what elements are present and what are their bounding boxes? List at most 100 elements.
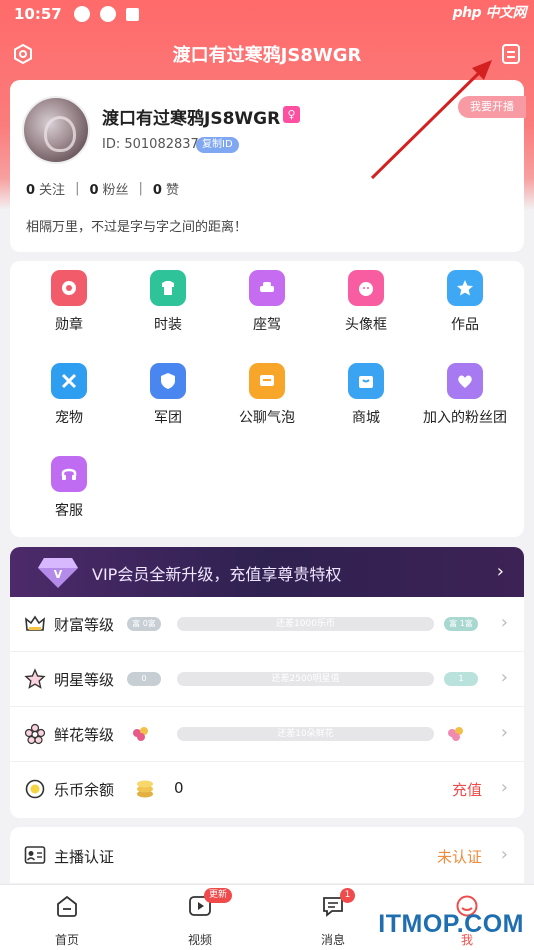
feature-label: 军团 — [154, 410, 182, 426]
feature-fashion[interactable]: 时装 — [118, 270, 218, 334]
image-notification-icon — [125, 7, 139, 21]
flower-icon — [24, 723, 46, 745]
wealth-level-row[interactable]: 财富等级 富 0富 还差1000乐币 富 1富 › — [10, 597, 524, 652]
level-title: 财富等级 — [54, 616, 115, 634]
fan-club-icon — [447, 363, 483, 399]
settings-hexagon-icon[interactable] — [12, 43, 34, 65]
status-time: 10:57 — [14, 5, 62, 23]
level-title: 明星等级 — [54, 671, 115, 689]
feature-medal[interactable]: 勋章 — [19, 270, 119, 334]
feature-legion[interactable]: 军团 — [118, 363, 218, 427]
start-live-button[interactable]: 我要开播 — [458, 96, 526, 118]
current-level-badge: 富 0富 — [127, 617, 161, 631]
tab-label: 首页 — [54, 933, 79, 947]
tab-messages[interactable]: 1 消息 — [293, 888, 373, 948]
feature-customer-service[interactable]: 客服 — [19, 456, 119, 520]
flower-level-badge-icon — [448, 727, 463, 741]
username: 渡口有过寒鸦JS8WGR — [102, 109, 281, 129]
chevron-right-icon: › — [500, 722, 508, 743]
likes-stat[interactable]: 0赞 — [153, 179, 179, 198]
star-icon — [447, 270, 483, 306]
top-bar: 渡口有过寒鸦JS8WGR — [0, 34, 534, 74]
level-progress-bar: 还差1000乐币 — [177, 617, 434, 631]
bubble-icon — [249, 363, 285, 399]
user-id: ID: 501082837 — [102, 137, 199, 152]
profile-card: 渡口有过寒鸦JS8WGR ♀ ID: 501082837 复制ID 我要开播 0… — [10, 80, 526, 252]
balance-row[interactable]: 乐币余额 0 充值 › — [10, 762, 524, 817]
watermark-logo: php 中文网 — [452, 5, 527, 21]
chevron-right-icon: › — [500, 844, 508, 865]
fans-stat[interactable]: 0 粉丝 — [89, 179, 128, 198]
chevron-right-icon: › — [500, 667, 508, 688]
app-notification-icon — [99, 6, 116, 22]
profile-stats: 0 关注 | 0 粉丝 | 0赞 — [26, 179, 179, 198]
feature-label: 勋章 — [55, 317, 83, 333]
balance-value: 0 — [174, 779, 184, 797]
feature-chat-bubble[interactable]: 公聊气泡 — [217, 363, 317, 427]
chevron-right-icon: › — [500, 777, 508, 798]
auth-title: 主播认证 — [54, 848, 115, 866]
update-badge: 更新 — [204, 888, 233, 903]
flower-level-badge-icon — [133, 727, 148, 741]
feature-label: 宠物 — [55, 410, 83, 426]
watermark-logo: ITMOP.COM — [378, 910, 524, 938]
star-outline-icon — [24, 668, 46, 689]
chevron-right-icon: › — [496, 561, 504, 582]
vip-banner[interactable]: V VIP会员全新升级，充值享尊贵特权 › — [10, 547, 524, 597]
pet-icon — [51, 363, 87, 399]
tab-label: 视频 — [187, 933, 212, 947]
flower-level-row[interactable]: 鲜花等级 还差10朵鲜花 › — [10, 707, 524, 762]
coins-icon — [137, 780, 153, 798]
anchor-auth-row[interactable]: 主播认证 未认证 › — [10, 827, 524, 883]
app-notification-icon — [73, 6, 90, 22]
feature-label: 客服 — [55, 503, 83, 519]
level-progress-bar: 还差2500明星值 — [177, 672, 434, 686]
id-card-icon — [24, 846, 46, 864]
feature-label: 时装 — [154, 317, 182, 333]
feature-avatar-frame[interactable]: 头像框 — [316, 270, 416, 334]
page-title: 渡口有过寒鸦JS8WGR — [172, 45, 362, 66]
levels-card: 财富等级 富 0富 还差1000乐币 富 1富 › 明星等级 0 还差2500明… — [10, 597, 524, 818]
headset-icon — [51, 456, 87, 492]
level-title: 乐币余额 — [54, 781, 115, 799]
tab-video[interactable]: 更新 视频 — [160, 888, 240, 948]
feature-works[interactable]: 作品 — [415, 270, 515, 334]
shield-icon — [150, 363, 186, 399]
car-icon — [249, 270, 285, 306]
feature-label: 座驾 — [253, 317, 281, 333]
feature-fan-club[interactable]: 加入的粉丝团 — [415, 363, 515, 427]
medal-icon — [51, 270, 87, 306]
shop-icon — [348, 363, 384, 399]
recharge-button[interactable]: 充值 — [452, 779, 482, 800]
level-progress-bar: 还差10朵鲜花 — [177, 727, 434, 741]
feature-vehicle[interactable]: 座驾 — [217, 270, 317, 334]
shirt-icon — [150, 270, 186, 306]
star-level-row[interactable]: 明星等级 0 还差2500明星值 1 › — [10, 652, 524, 707]
user-bio: 相隔万里，不过是字与字之间的距离！ — [26, 220, 248, 235]
unread-count-badge: 1 — [340, 888, 355, 903]
chevron-right-icon: › — [500, 612, 508, 633]
menu-icon[interactable] — [500, 43, 522, 65]
svg-text:V: V — [54, 568, 63, 581]
avatar[interactable] — [22, 96, 90, 164]
coin-ring-icon — [25, 779, 45, 799]
feature-label: 商城 — [352, 410, 380, 426]
diamond-icon: V — [38, 558, 78, 588]
crown-icon — [25, 615, 45, 631]
feature-label: 公聊气泡 — [239, 410, 295, 426]
following-stat[interactable]: 0 关注 — [26, 179, 65, 198]
feature-label: 加入的粉丝团 — [423, 410, 507, 426]
feature-grid: 勋章 时装 座驾 头像框 作品 宠物 军团 公聊气泡 商城 加入的粉丝团 客服 — [10, 261, 524, 537]
copy-id-button[interactable]: 复制ID — [196, 137, 239, 153]
auth-status: 未认证 — [436, 848, 482, 866]
feature-pet[interactable]: 宠物 — [19, 363, 119, 427]
current-level-badge: 0 — [127, 672, 161, 686]
vip-banner-text: VIP会员全新升级，充值享尊贵特权 — [92, 565, 342, 584]
tab-home[interactable]: 首页 — [27, 893, 107, 948]
level-title: 鲜花等级 — [54, 726, 115, 744]
feature-label: 作品 — [451, 317, 479, 333]
tab-label: 消息 — [320, 933, 345, 947]
home-icon — [57, 895, 77, 917]
feature-label: 头像框 — [345, 317, 387, 333]
feature-shop[interactable]: 商城 — [316, 363, 416, 427]
